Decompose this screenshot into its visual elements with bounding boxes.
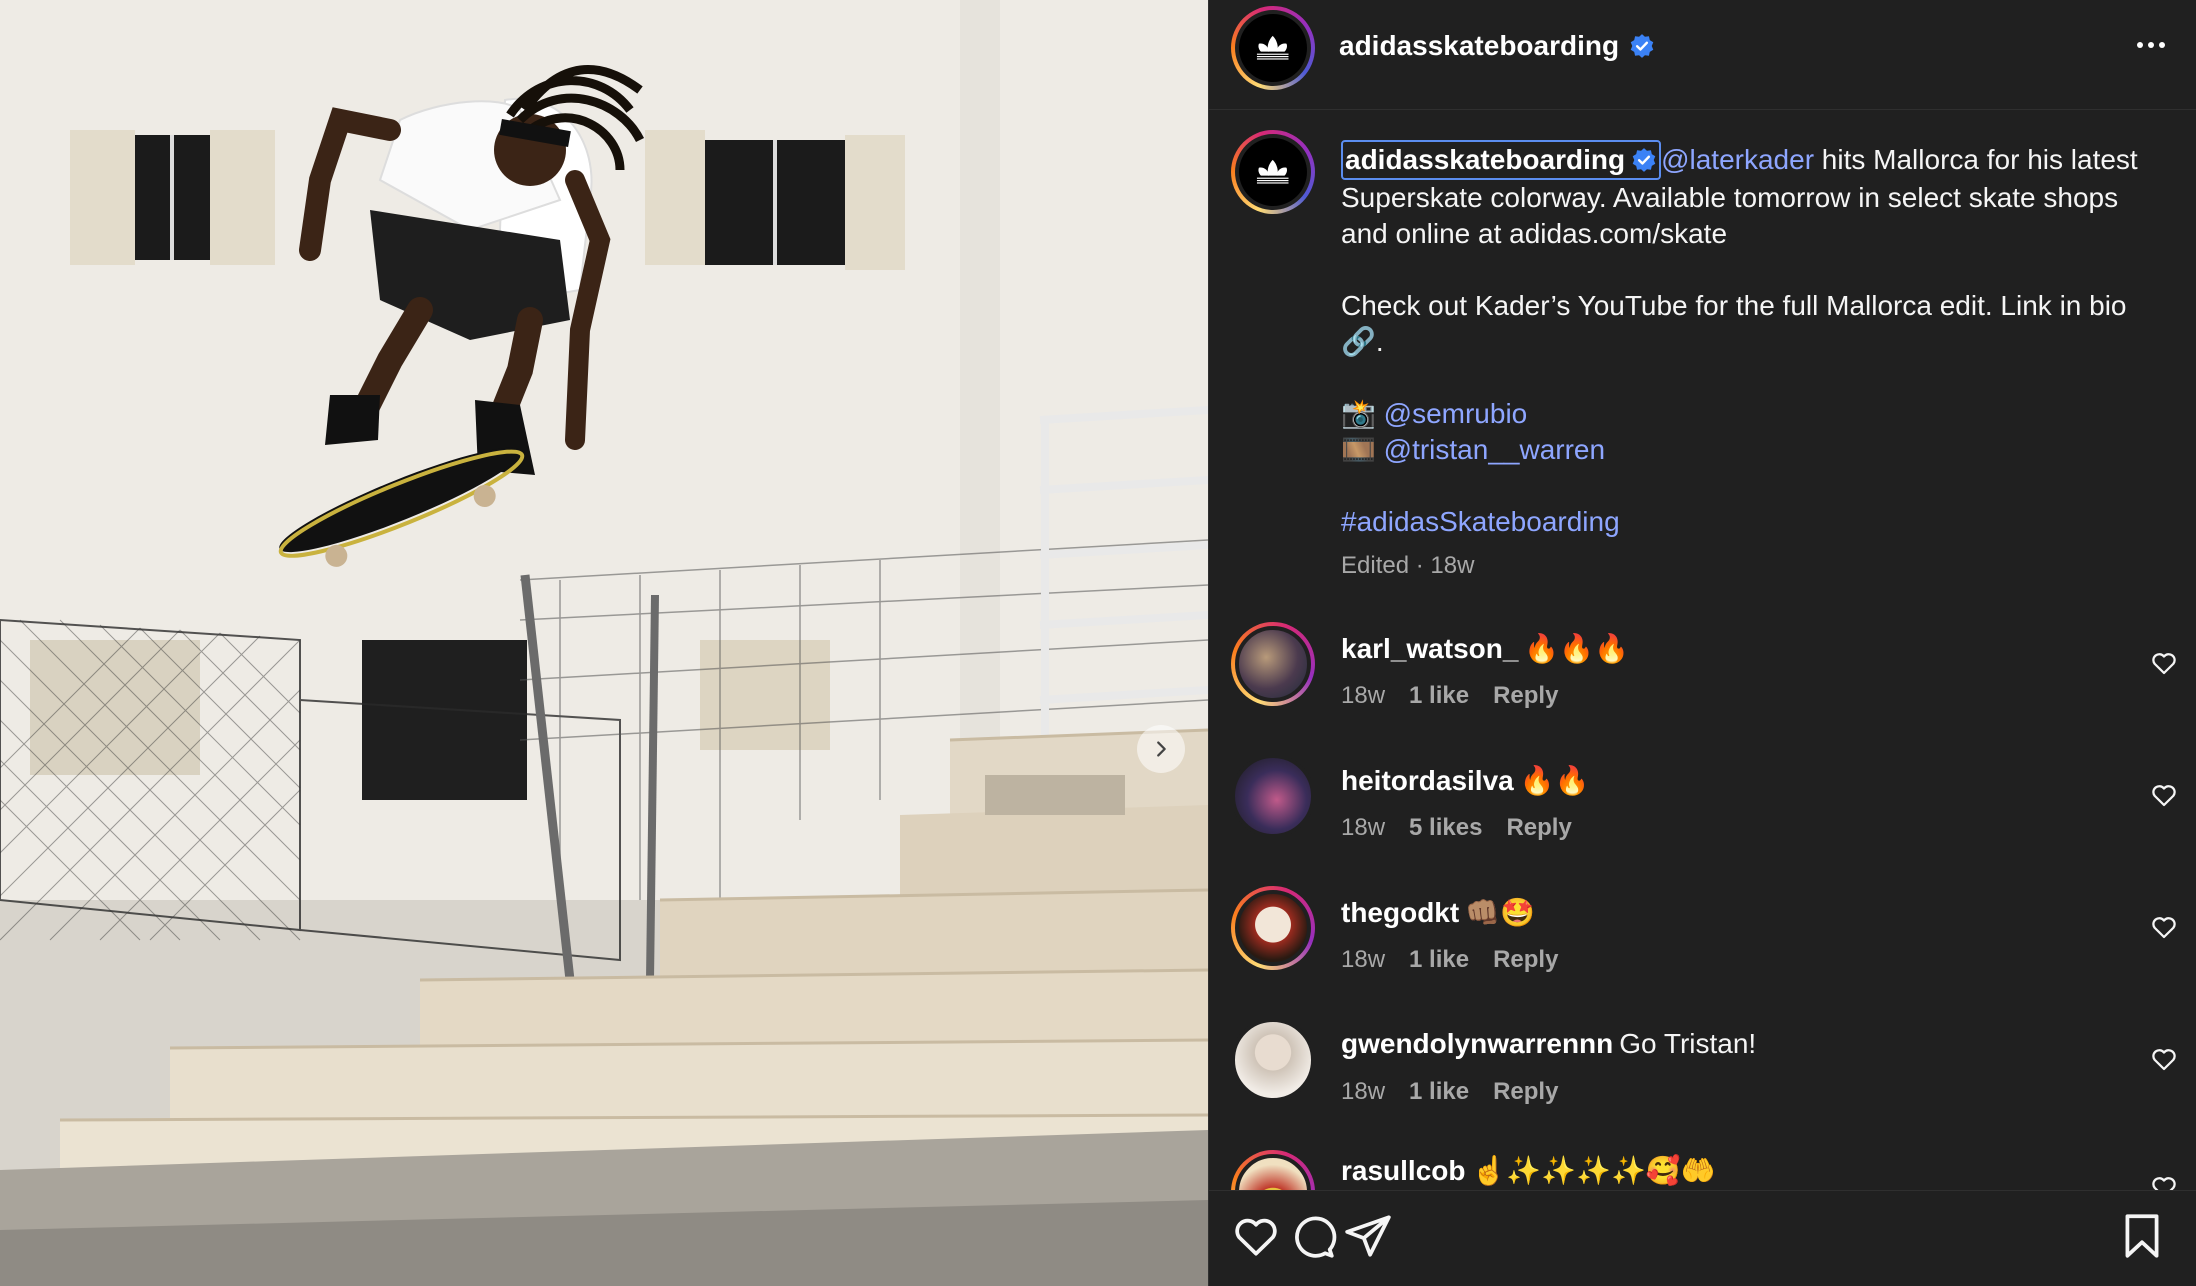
instagram-post-view: adidasskateboarding adidasskateboarding … [0,0,2196,1286]
reply-button[interactable]: Reply [1493,682,1558,710]
heart-icon[interactable] [2149,912,2179,942]
post-meta: Edited · 18w [1341,552,1475,579]
comment-age: 18w [1341,1078,1386,1105]
comment-text: Go Tristan! [1619,1028,1757,1059]
comment-item: gwendolynwarrennn Go Tristan! 18w 1 like Re… [1209,1018,2196,1128]
heart-icon[interactable] [2149,648,2179,678]
comment-text: 👊🏽🤩 [1465,897,1535,928]
comment-text: ☝️✨✨✨✨🥰🤲 [1471,1155,1716,1186]
share-icon[interactable] [1343,1211,1393,1261]
comment-likes[interactable]: 1 like [1409,1078,1469,1106]
post-side-panel: adidasskateboarding adidasskateboarding … [1208,0,2196,1286]
comment-username[interactable]: thegodkt [1341,897,1459,928]
post-photo[interactable] [0,0,1208,1286]
credit-link-filmer[interactable]: @tristan__warren [1384,434,1605,465]
comment-likes[interactable]: 1 like [1409,946,1469,974]
verified-badge-icon [1630,34,1654,58]
next-photo-button[interactable] [1137,725,1185,773]
caption-username-link[interactable]: adidasskateboarding [1341,140,1662,180]
reply-button[interactable]: Reply [1493,1078,1558,1106]
chevron-right-icon [1157,741,1166,757]
reply-button[interactable]: Reply [1506,814,1571,842]
hashtag-link[interactable]: #adidasSkateboarding [1341,506,1620,537]
heart-icon[interactable] [2149,1044,2179,1074]
heart-icon[interactable] [2149,780,2179,810]
heart-icon[interactable] [2149,1172,2179,1190]
comment-avatar[interactable] [1231,754,1315,838]
caption-author-avatar[interactable] [1231,130,1315,214]
comment-text: 🔥🔥🔥 [1524,633,1630,664]
credit-link-photographer[interactable]: @semrubio [1384,398,1528,429]
heart-icon[interactable] [1231,1211,1281,1261]
comment-item: thegodkt 👊🏽🤩 18w 1 like Reply [1209,886,2196,996]
comment-username[interactable]: rasullcob [1341,1155,1465,1186]
comment-icon[interactable] [1287,1211,1337,1261]
comment-username[interactable]: heitordasilva [1341,765,1514,796]
author-username-link[interactable]: adidasskateboarding [1339,30,1655,62]
comment-likes[interactable]: 5 likes [1409,814,1482,842]
comment-username[interactable]: karl_watson_ [1341,633,1518,664]
comment-item: karl_watson_ 🔥🔥🔥 18w 1 like Reply [1209,622,2196,732]
verified-badge-icon [1632,148,1656,172]
bookmark-icon[interactable] [2117,1211,2167,1261]
skateboarder-photo [0,0,1208,1286]
comment-item: rasullcob ☝️✨✨✨✨🥰🤲 [1209,1150,2196,1190]
adidas-trefoil-logo [1257,36,1289,60]
more-options-button[interactable] [2131,30,2171,60]
more-options-icon [2137,42,2143,48]
author-username[interactable]: adidasskateboarding [1339,30,1619,62]
comment-text: 🔥🔥 [1519,765,1590,796]
credit-line: 🎞️ @tristan__warren [1341,434,1606,465]
credit-line: 📸 @semrubio [1341,398,1528,429]
post-action-bar [1209,1190,2196,1286]
author-avatar[interactable] [1231,6,1315,90]
comment-avatar[interactable] [1231,622,1315,706]
comment-age: 18w [1341,814,1386,841]
comment-likes[interactable]: 1 like [1409,682,1469,710]
caption-paragraph-2: Check out Kader’s YouTube for the full M… [1341,290,2127,357]
comment-item: heitordasilva 🔥🔥 18w 5 likes Reply [1209,754,2196,864]
adidas-trefoil-logo [1257,160,1289,184]
post-caption: adidasskateboarding @laterkader hits Mall… [1341,140,2161,584]
comment-avatar[interactable] [1231,1150,1315,1190]
post-header: adidasskateboarding [1209,0,2196,110]
mention-link[interactable]: @laterkader [1661,144,1814,175]
comment-username[interactable]: gwendolynwarrennn [1341,1028,1613,1059]
comment-age: 18w [1341,946,1386,973]
comment-age: 18w [1341,682,1386,709]
comment-avatar[interactable] [1231,1018,1315,1102]
reply-button[interactable]: Reply [1493,946,1558,974]
comment-avatar[interactable] [1231,886,1315,970]
